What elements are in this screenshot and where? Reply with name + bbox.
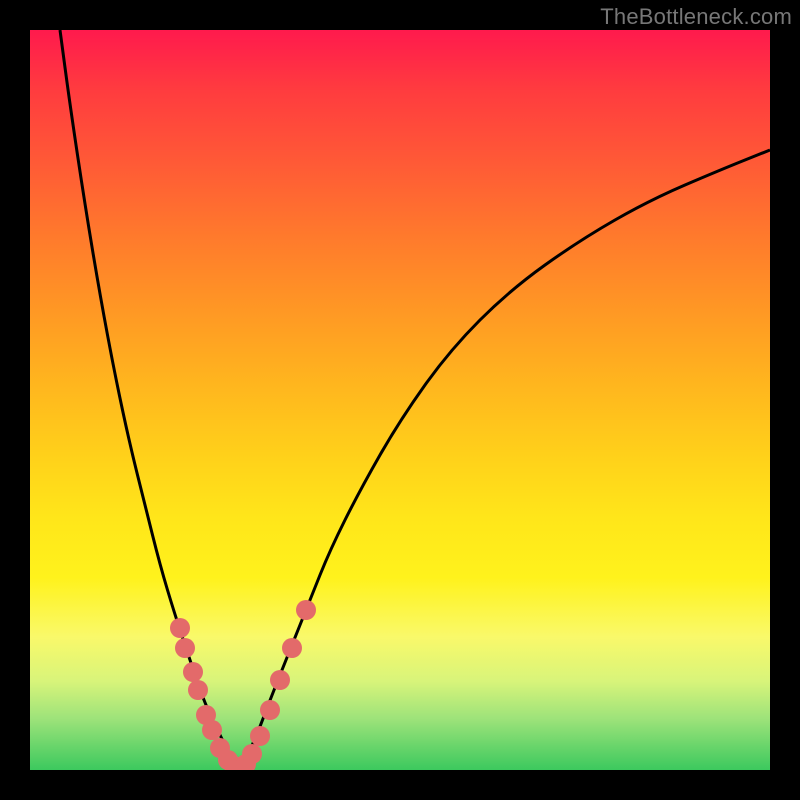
data-dot (282, 638, 302, 658)
data-dot (175, 638, 195, 658)
data-dot (250, 726, 270, 746)
data-dot (183, 662, 203, 682)
data-dot (270, 670, 290, 690)
data-dot (242, 744, 262, 764)
scatter-dots (170, 600, 316, 770)
curve-layer (30, 30, 770, 770)
watermark-text: TheBottleneck.com (600, 4, 792, 30)
data-dot (296, 600, 316, 620)
data-dot (170, 618, 190, 638)
left-curve (60, 30, 240, 770)
chart-frame: TheBottleneck.com (0, 0, 800, 800)
right-curve (240, 150, 770, 770)
plot-area (30, 30, 770, 770)
data-dot (260, 700, 280, 720)
data-dot (202, 720, 222, 740)
data-dot (188, 680, 208, 700)
